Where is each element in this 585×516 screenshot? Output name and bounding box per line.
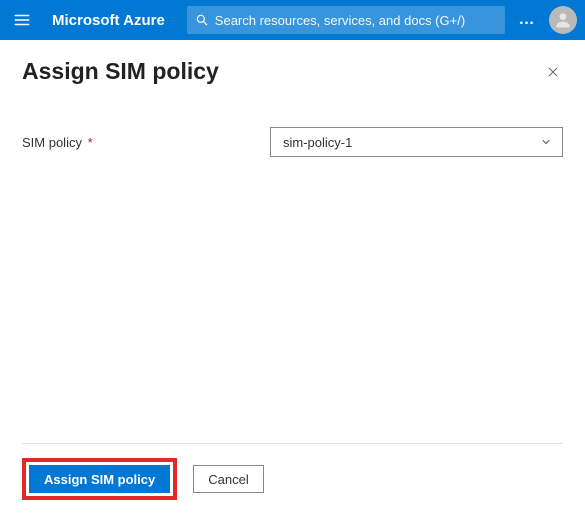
panel-header: Assign SIM policy [22,58,563,85]
assign-sim-policy-panel: Assign SIM policy SIM policy * sim-polic… [0,40,585,516]
sim-policy-select[interactable]: sim-policy-1 [270,127,563,157]
required-indicator: * [88,135,93,150]
close-icon [546,65,560,79]
sim-policy-label: SIM policy * [22,135,270,150]
search-icon [195,13,209,27]
hamburger-icon [13,11,31,29]
close-button[interactable] [543,62,563,82]
account-avatar[interactable] [549,6,577,34]
assign-button-highlight: Assign SIM policy [22,458,177,500]
spacer [22,157,563,443]
avatar-icon [553,10,573,30]
azure-topbar: Microsoft Azure … [0,0,585,40]
sim-policy-label-text: SIM policy [22,135,82,150]
chevron-down-icon [540,136,552,148]
global-search[interactable] [187,6,505,34]
search-input[interactable] [215,13,497,28]
panel-title: Assign SIM policy [22,58,219,85]
assign-sim-policy-button[interactable]: Assign SIM policy [29,465,170,493]
brand-label: Microsoft Azure [52,12,165,29]
panel-footer: Assign SIM policy Cancel [22,443,563,516]
sim-policy-selected-value: sim-policy-1 [283,135,352,150]
form-row-sim-policy: SIM policy * sim-policy-1 [22,127,563,157]
hamburger-menu[interactable] [8,6,36,34]
cancel-button[interactable]: Cancel [193,465,263,493]
more-actions[interactable]: … [513,11,541,29]
